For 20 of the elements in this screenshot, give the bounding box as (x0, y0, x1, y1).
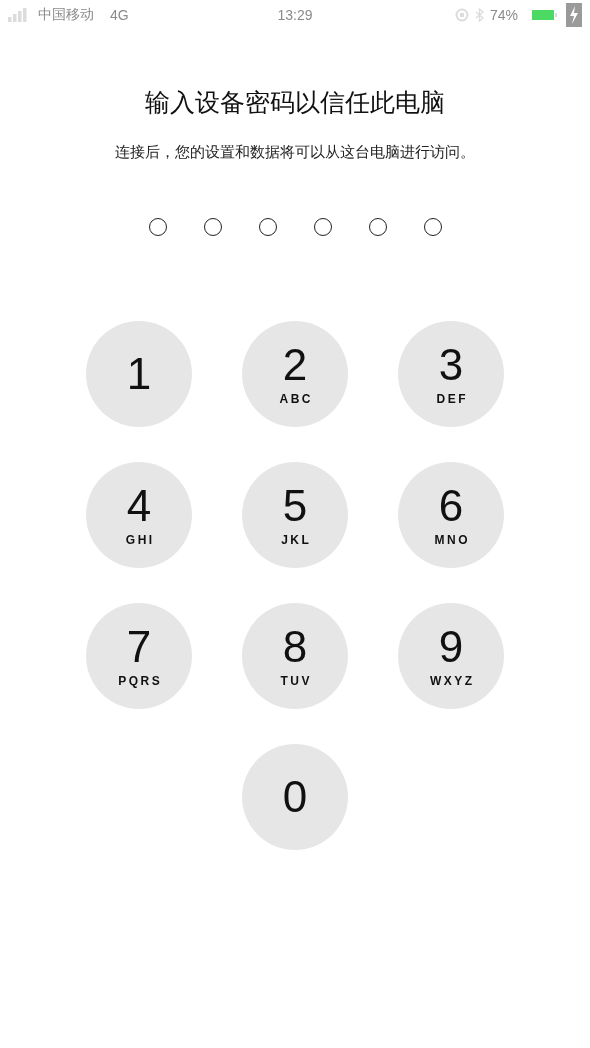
keypad-key[interactable]: 2 ABC (242, 321, 348, 427)
charging-icon (566, 3, 582, 27)
status-time: 13:29 (277, 7, 313, 23)
rotation-lock-icon (455, 8, 469, 22)
keypad-key[interactable]: 4 GHI (86, 462, 192, 568)
screen-title: 输入设备密码以信任此电脑 (145, 87, 445, 118)
instruction-text: 连接后，您的设置和数据将可以从这台电脑进行访问。 (115, 143, 475, 162)
network-type: 4G (110, 7, 129, 23)
keypad-key[interactable]: 0 (242, 744, 348, 850)
keypad-key[interactable]: 3 DEF (398, 321, 504, 427)
keypad-key[interactable]: 6 MNO (398, 462, 504, 568)
battery-icon (532, 8, 560, 22)
bluetooth-icon (475, 8, 484, 22)
keypad-key[interactable]: 1 (86, 321, 192, 427)
battery-percent: 74% (490, 7, 518, 23)
keypad-key[interactable]: 8 TUV (242, 603, 348, 709)
keypad-key[interactable]: 5 JKL (242, 462, 348, 568)
carrier-name: 中国移动 (38, 6, 94, 24)
keypad-key[interactable]: 7 PQRS (86, 603, 192, 709)
keypad-key[interactable]: 9 WXYZ (398, 603, 504, 709)
